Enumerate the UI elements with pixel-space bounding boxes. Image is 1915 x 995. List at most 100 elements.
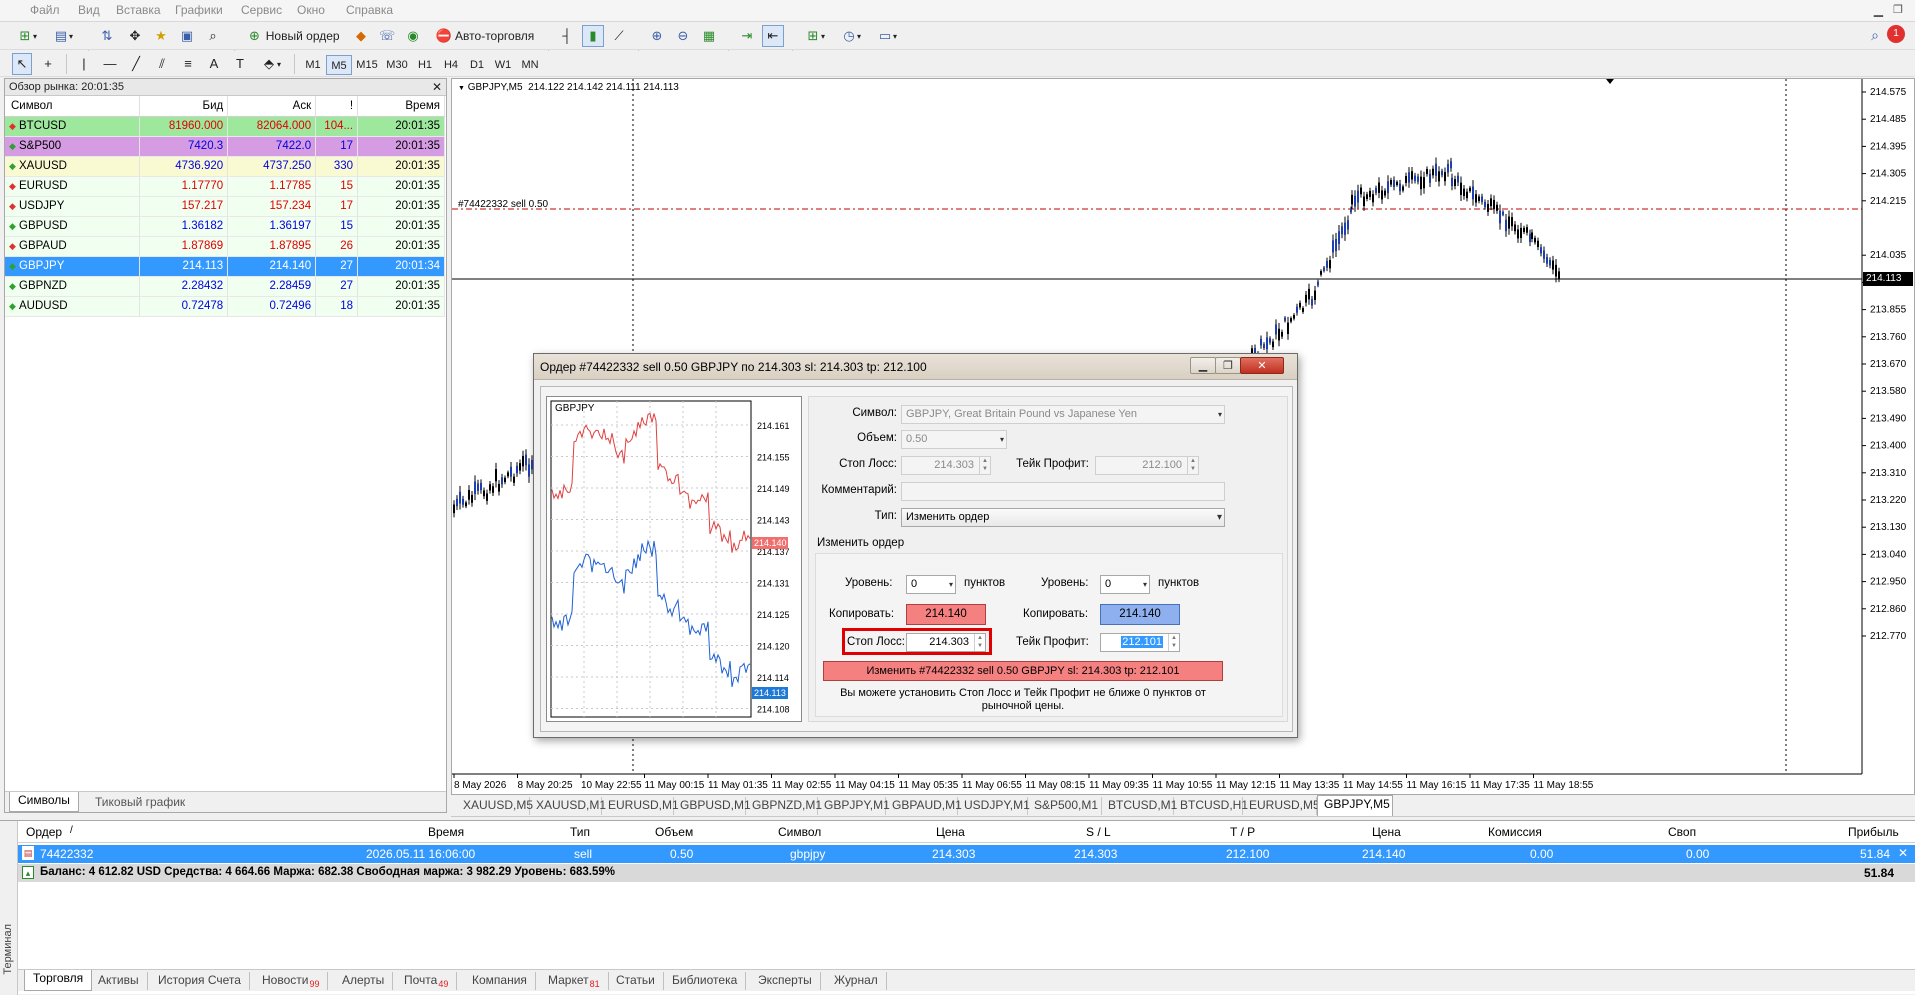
zoom-in-button[interactable]: ⊕ (646, 25, 668, 47)
minimize-icon[interactable]: ▁ (1874, 3, 1883, 17)
terminal-tab[interactable]: Маркет81 (540, 972, 609, 990)
terminal-tab[interactable]: Новости99 (254, 972, 329, 990)
terminal-tab[interactable]: Торговля (24, 970, 93, 991)
profiles-button[interactable]: ▤ ▾ (48, 25, 78, 47)
dialog-minimize-button[interactable]: ▁ (1190, 357, 1216, 374)
col-spread[interactable]: ! (315, 96, 359, 117)
symbol-select[interactable]: GBPJPY, Great Britain Pound vs Japanese … (901, 405, 1225, 424)
volume-select[interactable]: 0.50 ▾ (901, 430, 1007, 449)
tp-input[interactable]: 212.101 ▲ ▼ (1100, 633, 1180, 652)
sl-level-select[interactable]: 0 ▾ (906, 575, 956, 594)
col-current-price[interactable]: Цена (1372, 825, 1401, 839)
terminal-tab[interactable]: Эксперты (750, 972, 821, 990)
chart-tab[interactable]: BTCUSD,M1 (1102, 797, 1177, 815)
fibonacci-button[interactable]: ≡ (178, 53, 198, 75)
candlestick-button[interactable]: ▮ (582, 25, 604, 47)
new-order-button[interactable]: ⊕ Новый ордер (242, 25, 344, 47)
tester-button[interactable]: ⌕ (202, 25, 224, 47)
periods-button[interactable]: ◷ ▾ (836, 25, 866, 47)
tf-m1[interactable]: M1 (300, 55, 326, 75)
chart-tab[interactable]: GBPJPY,M5 (1317, 795, 1393, 816)
menu-charts[interactable]: Графики (175, 3, 223, 17)
menu-insert[interactable]: Вставка (116, 3, 161, 17)
dialog-maximize-button[interactable]: ❐ (1215, 357, 1241, 374)
terminal-tab[interactable]: История Счета (150, 972, 250, 990)
auto-trading-button[interactable]: ⛔ Авто-торговля (430, 25, 540, 47)
tf-h4[interactable]: H4 (438, 55, 464, 75)
terminal-tab[interactable]: Почта49 (396, 972, 458, 990)
chart-shift-marker[interactable] (1606, 79, 1614, 84)
chart-tab[interactable]: XAUUSD,M1 (530, 797, 606, 815)
menu-file[interactable]: Файл (30, 3, 60, 17)
text-button[interactable]: A (204, 53, 224, 75)
type-select[interactable]: Изменить ордер ▾ (901, 508, 1225, 527)
trendline-button[interactable]: ╱ (126, 53, 146, 75)
chart-tab[interactable]: BTCUSD,H1 (1174, 797, 1248, 815)
col-commission[interactable]: Комиссия (1488, 825, 1542, 839)
terminal-tab[interactable]: Компания (464, 972, 536, 990)
terminal-button[interactable]: ▣ (176, 25, 198, 47)
col-type[interactable]: Тип (570, 825, 590, 839)
favorites-button[interactable]: ★ (150, 25, 172, 47)
col-volume[interactable]: Объем (655, 825, 693, 839)
close-order-icon[interactable]: ✕ (1898, 846, 1908, 860)
tab-symbols[interactable]: Символы (9, 792, 79, 812)
chart-tab[interactable]: GBPUSD,M1 (674, 797, 751, 815)
terminal-tab[interactable]: Журнал (826, 972, 887, 990)
market-watch-row[interactable]: ◆ GBPNZD 2.28432 2.28459 27 20:01:35 (5, 276, 445, 297)
signals-button[interactable]: ☏ (376, 25, 398, 47)
vps-button[interactable]: ◉ (402, 25, 424, 47)
copy-tp-button[interactable]: 214.140 (1100, 604, 1180, 625)
chart-tab[interactable]: GBPNZD,M1 (746, 797, 822, 815)
new-chart-button[interactable]: ⊞ ▾ (12, 25, 42, 47)
market-watch-row[interactable]: ◆ EURUSD 1.17770 1.17785 15 20:01:35 (5, 176, 445, 197)
col-bid[interactable]: Бид (139, 96, 229, 117)
crosshair-button[interactable]: + (38, 53, 58, 75)
col-order[interactable]: Ордер (26, 825, 62, 839)
market-button[interactable]: ◆ (350, 25, 372, 47)
cursor-button[interactable]: ↖ (12, 53, 32, 75)
tp-field-disabled[interactable]: 212.100 ▲ ▼ (1095, 456, 1199, 475)
chart-shift-button[interactable]: ⇤ (762, 25, 784, 47)
market-watch-row[interactable]: ◆ GBPUSD 1.36182 1.36197 15 20:01:35 (5, 216, 445, 237)
comment-field[interactable] (901, 482, 1225, 501)
market-watch-row[interactable]: ◆ BTCUSD 81960.000 82064.000 104... 20:01:35 (5, 116, 445, 137)
market-watch-row[interactable]: ◆ AUDUSD 0.72478 0.72496 18 20:01:35 (5, 296, 445, 317)
terminal-tab[interactable]: Активы (90, 972, 148, 990)
market-watch-row[interactable]: ◆ GBPJPY 214.113 214.140 27 20:01:34 (5, 256, 445, 277)
sl-input[interactable]: 214.303 ▲ ▼ (906, 633, 986, 652)
close-icon[interactable]: ✕ (432, 79, 442, 96)
horizontal-line-button[interactable]: — (100, 53, 120, 75)
sl-field-disabled[interactable]: 214.303 ▲ ▼ (901, 456, 991, 475)
chart-tab[interactable]: XAUUSD,M5 (457, 797, 533, 815)
menu-view[interactable]: Вид (78, 3, 100, 17)
col-symbol[interactable]: Символ (778, 825, 821, 839)
terminal-tab[interactable]: Алерты (334, 972, 394, 990)
col-ask[interactable]: Аск (227, 96, 317, 117)
market-watch-row[interactable]: ◆ S&P500 7420.3 7422.0 17 20:01:35 (5, 136, 445, 157)
chart-tab[interactable]: S&P500,M1 (1028, 797, 1102, 815)
chart-tab[interactable]: GBPAUD,M1 (886, 797, 962, 815)
tile-windows-button[interactable]: ▦ (698, 25, 720, 47)
search-icon[interactable]: ⌕ (1871, 27, 1879, 44)
menu-help[interactable]: Справка (346, 3, 393, 17)
templates-button[interactable]: ▭ ▾ (872, 25, 902, 47)
market-watch-row[interactable]: ◆ XAUUSD 4736.920 4737.250 330 20:01:35 (5, 156, 445, 177)
copy-sl-button[interactable]: 214.140 (906, 604, 986, 625)
chart-tab[interactable]: USDJPY,M1 (958, 797, 1030, 815)
col-profit[interactable]: Прибыль (1848, 825, 1899, 839)
market-watch-row[interactable]: ◆ USDJPY 157.217 157.234 17 20:01:35 (5, 196, 445, 217)
market-watch-button[interactable]: ⇅ (96, 25, 118, 47)
market-watch-row[interactable]: ◆ GBPAUD 1.87869 1.87895 26 20:01:35 (5, 236, 445, 257)
indicators-button[interactable]: ⊞ ▾ (800, 25, 830, 47)
col-symbol[interactable]: Символ (5, 96, 141, 117)
order-row[interactable]: ▤ 74422332 2026.05.11 16:06:00 sell 0.50… (18, 845, 1915, 863)
col-time[interactable]: Время (428, 825, 464, 839)
tp-level-select[interactable]: 0 ▾ (1100, 575, 1150, 594)
zoom-out-button[interactable]: ⊖ (672, 25, 694, 47)
col-tp[interactable]: T / P (1230, 825, 1255, 839)
tf-m30[interactable]: M30 (382, 55, 412, 75)
col-sl[interactable]: S / L (1086, 825, 1111, 839)
tf-m5[interactable]: M5 (326, 55, 352, 75)
menu-window[interactable]: Окно (297, 3, 325, 17)
